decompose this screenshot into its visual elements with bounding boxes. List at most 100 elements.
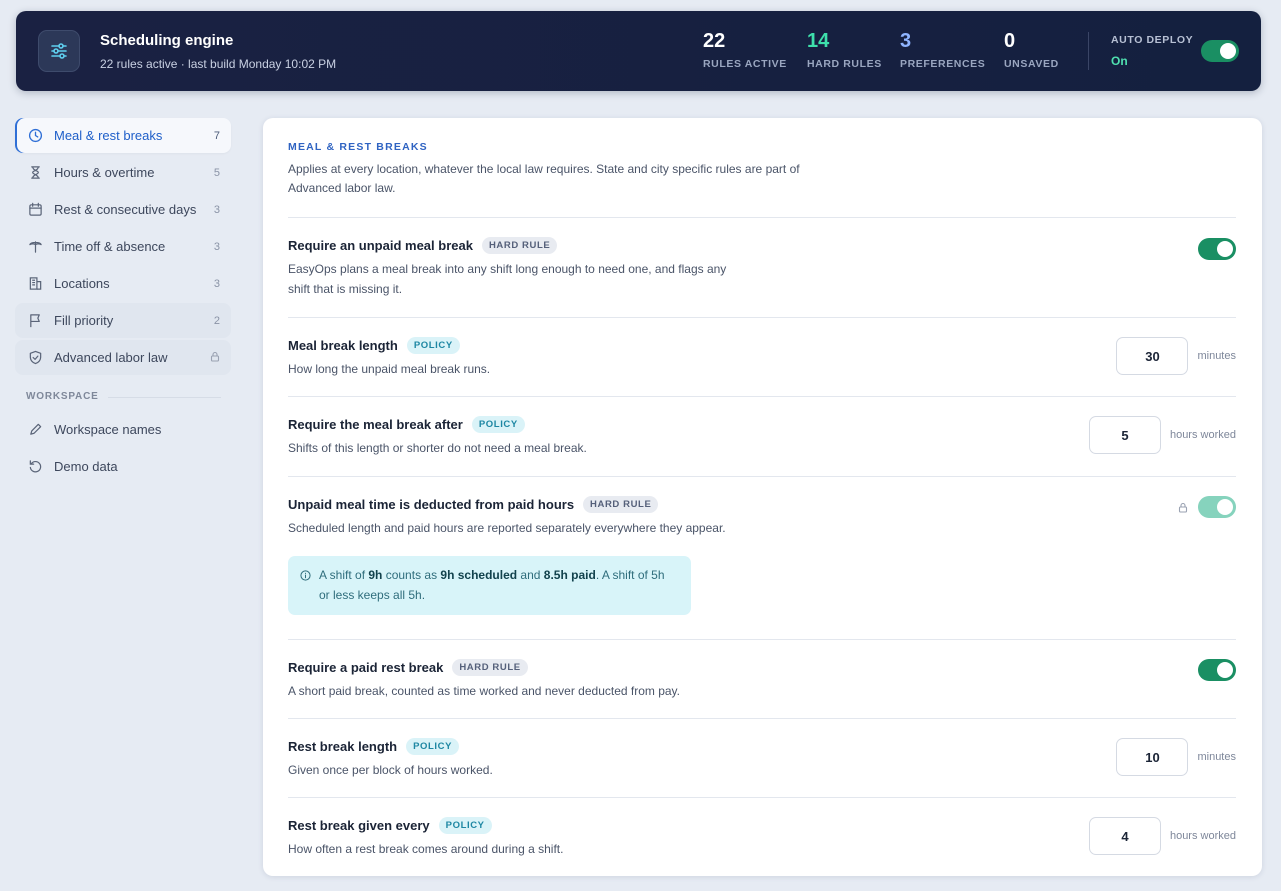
info-bold: 8.5h paid bbox=[543, 568, 596, 582]
unit-label: minutes bbox=[1197, 350, 1236, 362]
auto-deploy-toggle[interactable] bbox=[1201, 40, 1239, 62]
sidebar-item-label: Advanced labor law bbox=[54, 350, 168, 365]
app-header: Scheduling engine 22 rules active · last… bbox=[16, 11, 1261, 91]
info-text: A shift of bbox=[319, 568, 369, 582]
rule-description: Scheduled length and paid hours are repo… bbox=[288, 521, 726, 535]
policy-badge: POLICY bbox=[438, 817, 492, 834]
sliders-icon[interactable] bbox=[38, 30, 80, 72]
stat-preferences: 3 PREFERENCES bbox=[900, 29, 985, 70]
rule-title-text: Require an unpaid meal break bbox=[288, 238, 473, 253]
build-status: 22 rules active · last build Monday 10:0… bbox=[100, 57, 337, 71]
stat-unsaved: 0 UNSAVED bbox=[1004, 29, 1059, 70]
sidebar-item-label: Locations bbox=[54, 276, 110, 291]
rule-description: How long the unpaid meal break runs. bbox=[288, 362, 491, 376]
stat-hard-rules: 14 HARD RULES bbox=[807, 29, 882, 70]
sidebar-item-hours-overtime[interactable]: Hours & overtime 5 bbox=[15, 155, 231, 190]
rule-description: How often a rest break comes around duri… bbox=[288, 842, 564, 856]
sidebar-item-label: Demo data bbox=[54, 459, 118, 474]
info-callout: A shift of 9h counts as 9h scheduled and… bbox=[288, 556, 691, 615]
rule-row-meal-time-deducted: Unpaid meal time is deducted from paid h… bbox=[288, 476, 1236, 639]
stat-value: 14 bbox=[807, 30, 830, 52]
stat-value: 3 bbox=[900, 30, 912, 52]
rule-title: Rest break length POLICY bbox=[288, 738, 1236, 755]
rules-card: MEAL & REST BREAKS Applies at every loca… bbox=[263, 118, 1262, 876]
sidebar-item-meal-rest-breaks[interactable]: Meal & rest breaks 7 bbox=[15, 118, 231, 153]
stat-value: 22 bbox=[703, 30, 726, 52]
meal-break-length-input[interactable]: 30 bbox=[1116, 337, 1189, 375]
paid-rest-break-toggle[interactable] bbox=[1198, 659, 1236, 681]
rest-break-length-input[interactable]: 10 bbox=[1116, 738, 1189, 776]
rule-title-text: Meal break length bbox=[288, 338, 398, 353]
building-icon bbox=[27, 276, 43, 292]
sidebar-item-label: Time off & absence bbox=[54, 239, 166, 254]
sidebar-item-time-off-absence[interactable]: Time off & absence 3 bbox=[15, 229, 231, 264]
rule-title-text: Require the meal break after bbox=[288, 417, 463, 432]
rest-break-every-input[interactable]: 4 bbox=[1088, 817, 1161, 855]
rule-title-text: Rest break length bbox=[288, 739, 398, 754]
hard-rule-badge: HARD RULE bbox=[452, 659, 528, 676]
info-text: and bbox=[517, 568, 544, 582]
rule-count: 5 bbox=[213, 166, 220, 179]
pencil-icon bbox=[27, 422, 43, 438]
rule-title: Require an unpaid meal break HARD RULE bbox=[288, 237, 1236, 254]
sidebar-item-advanced-labor-law[interactable]: Advanced labor law bbox=[15, 340, 231, 375]
app-title: Scheduling engine bbox=[100, 32, 234, 49]
hourglass-icon bbox=[27, 165, 43, 181]
sidebar-item-label: Workspace names bbox=[54, 422, 162, 437]
flag-icon bbox=[27, 313, 43, 329]
rule-title-text: Unpaid meal time is deducted from paid h… bbox=[288, 497, 575, 512]
rule-description: EasyOps plans a meal break into any shif… bbox=[288, 262, 727, 296]
sidebar-item-label: Rest & consecutive days bbox=[54, 202, 197, 217]
rule-title-text: Rest break given every bbox=[288, 818, 430, 833]
umbrella-icon bbox=[27, 239, 43, 255]
rule-count: 3 bbox=[213, 240, 220, 253]
unit-label: hours worked bbox=[1169, 429, 1236, 441]
info-text: counts as bbox=[382, 568, 441, 582]
sidebar-item-fill-priority[interactable]: Fill priority 2 bbox=[15, 303, 231, 338]
rule-description: Shifts of this length or shorter do not … bbox=[288, 441, 587, 455]
sidebar-item-rest-consecutive-days[interactable]: Rest & consecutive days 3 bbox=[15, 192, 231, 227]
meal-time-deducted-toggle bbox=[1198, 496, 1236, 518]
sidebar-item-label: Hours & overtime bbox=[54, 165, 155, 180]
info-bold: 9h bbox=[368, 568, 383, 582]
policy-badge: POLICY bbox=[406, 738, 460, 755]
rule-count: 2 bbox=[213, 314, 220, 327]
lock-icon bbox=[210, 351, 220, 365]
shield-icon bbox=[27, 350, 43, 366]
stat-rules-active: 22 RULES ACTIVE bbox=[703, 29, 787, 70]
rule-row-paid-rest-break: Require a paid rest break HARD RULE A sh… bbox=[288, 639, 1236, 718]
rule-title: Unpaid meal time is deducted from paid h… bbox=[288, 496, 1236, 513]
auto-deploy-state: On bbox=[1111, 54, 1128, 68]
stat-label: UNSAVED bbox=[1004, 58, 1059, 70]
rule-count: 7 bbox=[213, 129, 220, 142]
sidebar-item-demo-data[interactable]: Demo data bbox=[15, 449, 231, 484]
stat-value: 0 bbox=[1004, 30, 1016, 52]
hard-rule-badge: HARD RULE bbox=[583, 496, 659, 513]
rule-title: Require a paid rest break HARD RULE bbox=[288, 659, 1236, 676]
section-title: MEAL & REST BREAKS bbox=[288, 141, 428, 153]
stat-label: RULES ACTIVE bbox=[703, 58, 787, 70]
rule-description: Given once per block of hours worked. bbox=[288, 763, 493, 777]
rule-count: 3 bbox=[213, 277, 220, 290]
stat-label: PREFERENCES bbox=[900, 58, 986, 70]
rule-row-unpaid-meal-break: Require an unpaid meal break HARD RULE E… bbox=[288, 217, 1236, 317]
sidebar-item-workspace-names[interactable]: Workspace names bbox=[15, 412, 231, 447]
info-bold: 9h scheduled bbox=[440, 568, 518, 582]
unpaid-meal-break-toggle[interactable] bbox=[1198, 238, 1236, 260]
sidebar-item-locations[interactable]: Locations 3 bbox=[15, 266, 231, 301]
calendar-icon bbox=[27, 202, 43, 218]
sidebar-item-label: Meal & rest breaks bbox=[54, 128, 163, 143]
lock-icon bbox=[1178, 502, 1188, 513]
rule-count: 3 bbox=[213, 203, 220, 216]
auto-deploy-label: AUTO DEPLOY bbox=[1111, 34, 1194, 46]
sidebar: Meal & rest breaks 7 Hours & overtime 5 … bbox=[15, 118, 231, 486]
clock-icon bbox=[27, 128, 43, 144]
workspace-section-label: WORKSPACE bbox=[26, 391, 231, 402]
meal-break-after-input[interactable]: 5 bbox=[1088, 416, 1161, 454]
reset-icon bbox=[27, 459, 43, 475]
rule-row-rest-break-length: Rest break length POLICY Given once per … bbox=[288, 718, 1236, 797]
unit-label: minutes bbox=[1197, 751, 1236, 763]
rule-row-meal-break-length: Meal break length POLICY How long the un… bbox=[288, 317, 1236, 396]
divider bbox=[1088, 32, 1089, 70]
hard-rule-badge: HARD RULE bbox=[481, 237, 558, 254]
